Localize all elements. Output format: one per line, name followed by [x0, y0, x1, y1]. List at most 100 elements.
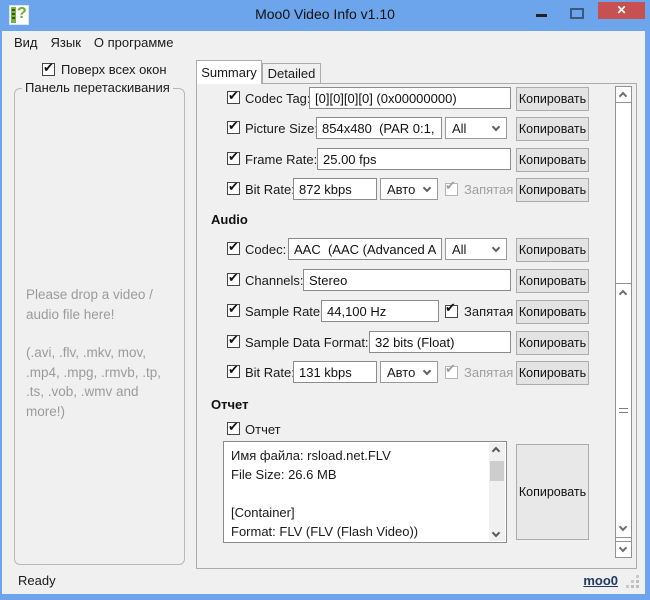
- copy-bit-rate-audio-button[interactable]: Копировать: [516, 361, 589, 385]
- report-textarea[interactable]: Имя файла: rsload.net.FLV File Size: 26.…: [223, 441, 507, 543]
- chevron-down-icon: [618, 522, 628, 532]
- copy-bit-rate-video-button[interactable]: Копировать: [516, 178, 589, 202]
- moo0-link[interactable]: moo0: [583, 573, 618, 588]
- stay-on-top-label: Поверх всех окон: [61, 62, 167, 77]
- app-window: ? Moo0 Video Info v1.10 ✕ Вид Язык О про…: [0, 0, 650, 600]
- window-title: Moo0 Video Info v1.10: [255, 6, 395, 22]
- frame-rate-label: Frame Rate:: [245, 152, 318, 167]
- sample-data-format-checkbox[interactable]: ✔: [227, 332, 240, 348]
- scrollbar-thumb[interactable]: [616, 283, 631, 538]
- sample-rate-checkbox[interactable]: ✔: [227, 301, 240, 317]
- codec-tag-checkbox[interactable]: ✔: [227, 88, 240, 104]
- drag-panel-title: Панель перетаскивания: [22, 80, 173, 95]
- row-bit-rate-audio: ✔ Bit Rate: Авто ✔ Запятая Копировать: [197, 361, 636, 385]
- copy-codec-tag-button[interactable]: Копировать: [516, 87, 589, 111]
- bit-rate-video-input[interactable]: [293, 178, 377, 200]
- codec-tag-label: Codec Tag:: [245, 91, 311, 106]
- audio-codec-checkbox[interactable]: ✔: [227, 239, 240, 255]
- chevron-up-icon: [618, 289, 628, 299]
- bit-rate-audio-checkbox[interactable]: ✔: [227, 362, 240, 378]
- menu-language[interactable]: Язык: [51, 33, 90, 52]
- copy-frame-rate-button[interactable]: Копировать: [516, 148, 589, 172]
- check-icon: ✔: [228, 362, 239, 377]
- chevron-down-icon: [422, 183, 432, 193]
- check-icon: ✔: [228, 301, 239, 316]
- row-picture-size: ✔ Picture Size: All Копировать: [197, 117, 636, 141]
- dropdown-value: All: [452, 242, 467, 257]
- bit-rate-audio-input[interactable]: [293, 361, 377, 383]
- copy-report-button[interactable]: Копировать: [516, 444, 589, 540]
- row-report-checkbox: ✔ Отчет: [197, 418, 636, 442]
- copy-sample-data-format-button[interactable]: Копировать: [516, 331, 589, 355]
- resize-grip[interactable]: [636, 585, 639, 588]
- check-icon: ✔: [228, 270, 239, 285]
- picture-size-label: Picture Size:: [245, 121, 318, 136]
- drop-hint: Please drop a video / audio file here! (…: [26, 285, 178, 421]
- frame-rate-checkbox[interactable]: ✔: [227, 149, 240, 165]
- page-scrollbar[interactable]: [615, 86, 632, 558]
- audio-codec-label: Codec:: [245, 242, 287, 257]
- copy-sample-rate-button[interactable]: Копировать: [516, 300, 589, 324]
- scrollbar-thumb[interactable]: [490, 461, 504, 481]
- checkbox-box: ✔: [445, 178, 458, 196]
- row-sample-data-format: ✔ Sample Data Format: Копировать: [197, 331, 636, 355]
- dropdown-value: Авто: [387, 182, 416, 197]
- checkbox-box[interactable]: ✔: [445, 300, 458, 318]
- summary-tab-page: ✔ Codec Tag: Копировать ✔ Picture Size: …: [196, 83, 637, 569]
- row-sample-rate: ✔ Sample Rate: ✔ Запятая Копировать: [197, 300, 636, 324]
- menu-about[interactable]: О программе: [94, 33, 183, 52]
- bit-rate-audio-unit-dropdown[interactable]: Авто: [380, 361, 438, 383]
- report-checkbox-label: Отчет: [245, 422, 281, 437]
- check-icon: ✔: [228, 149, 239, 164]
- client-area: Вид Язык О программе ✔ Поверх всех окон П…: [2, 31, 645, 594]
- channels-checkbox[interactable]: ✔: [227, 270, 240, 286]
- report-line: File Size: 26.6 MB: [231, 467, 337, 482]
- audio-codec-input[interactable]: [288, 238, 442, 260]
- copy-audio-codec-button[interactable]: Копировать: [516, 238, 589, 262]
- title-bar: ? Moo0 Video Info v1.10 ✕: [0, 0, 650, 31]
- close-button[interactable]: ✕: [598, 2, 645, 19]
- scrollbar-up-button[interactable]: [616, 87, 631, 103]
- stay-on-top-checkbox[interactable]: ✔ Поверх всех окон: [42, 60, 167, 77]
- dropdown-value: All: [452, 121, 467, 136]
- check-icon: ✔: [228, 88, 239, 103]
- scroll-up-icon[interactable]: [491, 446, 501, 456]
- frame-rate-input[interactable]: [317, 148, 511, 170]
- scroll-down-icon[interactable]: [491, 528, 501, 538]
- audio-codec-unit-dropdown[interactable]: All: [445, 238, 507, 260]
- channels-input[interactable]: [303, 269, 511, 291]
- checkbox-box[interactable]: ✔: [42, 60, 55, 76]
- report-scrollbar[interactable]: [489, 443, 505, 541]
- maximize-button[interactable]: [570, 8, 584, 19]
- bit-rate-audio-label: Bit Rate:: [245, 365, 295, 380]
- copy-picture-size-button[interactable]: Копировать: [516, 117, 589, 141]
- audio-section-header: Audio: [211, 212, 248, 227]
- report-text: Имя файла: rsload.net.FLV File Size: 26.…: [231, 446, 486, 541]
- dropdown-value: Авто: [387, 365, 416, 380]
- sample-rate-label: Sample Rate:: [245, 304, 324, 319]
- picture-size-checkbox[interactable]: ✔: [227, 118, 240, 134]
- comma-checkbox-disabled: ✔ Запятая: [445, 178, 513, 197]
- status-bar: Ready moo0: [2, 568, 645, 594]
- check-icon: ✔: [228, 332, 239, 347]
- bit-rate-video-checkbox[interactable]: ✔: [227, 179, 240, 195]
- minimize-button[interactable]: [536, 14, 547, 17]
- report-line: Format: FLV (FLV (Flash Video)): [231, 524, 419, 539]
- bit-rate-video-unit-dropdown[interactable]: Авто: [380, 178, 438, 200]
- tab-detailed[interactable]: Detailed: [262, 63, 321, 83]
- report-line: [231, 484, 486, 503]
- picture-size-unit-dropdown[interactable]: All: [445, 117, 507, 139]
- report-checkbox[interactable]: ✔: [227, 419, 240, 435]
- picture-size-input[interactable]: [316, 117, 442, 139]
- scrollbar-down-button[interactable]: [616, 541, 631, 557]
- tab-summary[interactable]: Summary: [196, 60, 262, 84]
- row-bit-rate-video: ✔ Bit Rate: Авто ✔ Запятая Копировать: [197, 178, 636, 202]
- codec-tag-input[interactable]: [309, 87, 511, 109]
- menu-view[interactable]: Вид: [14, 33, 47, 52]
- comma-checkbox-disabled: ✔ Запятая: [445, 361, 513, 380]
- sample-data-format-input[interactable]: [369, 331, 511, 353]
- comma-checkbox[interactable]: ✔ Запятая: [445, 300, 513, 319]
- drag-panel[interactable]: Панель перетаскивания Please drop a vide…: [14, 80, 185, 565]
- copy-channels-button[interactable]: Копировать: [516, 269, 589, 293]
- sample-rate-input[interactable]: [321, 300, 439, 322]
